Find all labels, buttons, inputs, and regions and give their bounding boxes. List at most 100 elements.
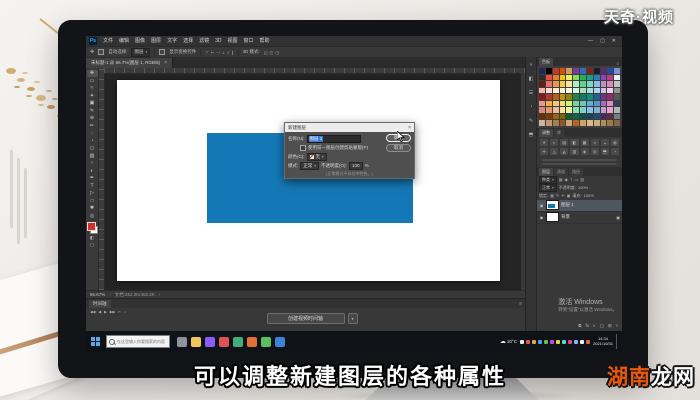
color-swatch[interactable] (560, 81, 566, 87)
color-swatch[interactable] (560, 107, 566, 113)
window-control-button[interactable]: — (588, 36, 593, 46)
align-icon[interactable]: ⊣ (216, 50, 219, 55)
color-swatch[interactable] (546, 107, 552, 113)
color-swatch[interactable] (580, 88, 586, 94)
panel-icon[interactable]: ⬒ (529, 132, 534, 138)
color-swatch[interactable] (573, 94, 579, 100)
color-swatch[interactable] (573, 75, 579, 81)
color-swatch[interactable] (553, 81, 559, 87)
color-swatch[interactable] (539, 94, 545, 100)
lock-icon[interactable]: ✛ (561, 193, 564, 198)
layers-footer-icon[interactable]: ⧉ (578, 323, 581, 329)
tray-icon[interactable] (580, 340, 584, 344)
transport-icon[interactable]: ◀◀ (90, 310, 95, 314)
color-swatch[interactable] (566, 94, 572, 100)
align-icon[interactable]: ≡ (227, 50, 229, 55)
color-swatch[interactable] (594, 107, 600, 113)
notes-app-icon[interactable] (261, 337, 271, 347)
opacity-input[interactable]: 100 (349, 162, 363, 170)
panel-icon[interactable]: ☰ (529, 90, 533, 96)
color-swatch[interactable] (553, 114, 559, 120)
color-swatch[interactable] (607, 81, 613, 87)
layers-footer-icon[interactable]: ⊞ (608, 323, 612, 329)
show-transform-checkbox[interactable] (159, 49, 165, 55)
blend-mode-dropdown[interactable]: 正常 (539, 184, 557, 192)
purple-app-icon[interactable] (205, 337, 215, 347)
adjustment-icon[interactable]: ⬒ (601, 148, 609, 155)
color-swatch[interactable] (614, 94, 620, 100)
transport-icon[interactable]: ▶▶ (110, 310, 115, 314)
color-swatch[interactable] (539, 101, 545, 107)
color-swatch[interactable] (587, 88, 593, 94)
browser-app-icon[interactable] (275, 337, 285, 347)
transport-icon[interactable]: ▶ (104, 310, 107, 314)
color-swatch[interactable] (573, 68, 579, 74)
transport-icon[interactable]: ✂ (118, 310, 121, 314)
color-swatch[interactable] (573, 114, 579, 120)
menu-item[interactable]: 帮助 (260, 36, 270, 46)
lock-icon[interactable]: ✎ (556, 193, 559, 198)
color-swatch[interactable] (553, 75, 559, 81)
tab-paths[interactable]: 路径 (569, 168, 583, 176)
adjustment-icon[interactable]: ▦ (581, 139, 589, 146)
color-swatch[interactable] (566, 68, 572, 74)
color-swatch[interactable] (607, 94, 613, 100)
adjustment-icon[interactable]: ◭ (560, 148, 568, 155)
color-swatch[interactable] (553, 88, 559, 94)
menu-item[interactable]: 文字 (167, 36, 177, 46)
align-icon[interactable]: ⊢ (211, 50, 214, 55)
cancel-button[interactable]: 取消 (386, 144, 411, 152)
color-swatch[interactable] (539, 68, 545, 74)
fill-value[interactable]: 100% (584, 193, 594, 198)
3d-mode-icon[interactable]: ◱ (264, 50, 268, 55)
color-swatch[interactable] (607, 107, 613, 113)
kind-filter-dropdown[interactable]: 种类 (539, 176, 557, 184)
adjustment-icon[interactable]: △ (550, 148, 558, 155)
tray-icon[interactable] (526, 340, 530, 344)
tray-icon[interactable] (586, 340, 590, 344)
color-swatch[interactable] (560, 114, 566, 120)
color-swatch[interactable] (539, 107, 545, 113)
color-swatch[interactable] (614, 75, 620, 81)
color-swatch[interactable] (553, 107, 559, 113)
adjustment-icon[interactable]: ◔ (611, 148, 619, 155)
window-control-button[interactable]: ✕ (612, 36, 616, 46)
color-swatch[interactable] (587, 114, 593, 120)
color-swatch[interactable] (587, 101, 593, 107)
adjustment-icon[interactable]: ◈ (581, 148, 589, 155)
panel-menu-icon[interactable]: ≡ (616, 61, 620, 66)
tab-channels[interactable]: 通道 (554, 168, 568, 176)
color-swatch[interactable] (546, 81, 552, 87)
color-swatch[interactable] (601, 120, 607, 126)
color-swatch[interactable] (539, 120, 545, 126)
color-swatch[interactable] (580, 75, 586, 81)
tool-icon[interactable]: ◔ (87, 138, 98, 145)
color-swatch[interactable] (601, 107, 607, 113)
color-swatch[interactable] (566, 75, 572, 81)
color-swatch[interactable] (601, 94, 607, 100)
menu-item[interactable]: 滤镜 (199, 36, 209, 46)
task-view-icon[interactable] (177, 337, 187, 347)
music-app-icon[interactable] (219, 337, 229, 347)
color-swatch[interactable] (546, 114, 552, 120)
color-swatch[interactable] (539, 81, 545, 87)
color-swatch[interactable] (614, 120, 620, 126)
color-swatch[interactable] (607, 75, 613, 81)
color-swatch[interactable] (546, 88, 552, 94)
color-swatch[interactable] (587, 68, 593, 74)
file-explorer-icon[interactable] (191, 337, 201, 347)
layers-footer-icon[interactable]: fx (585, 323, 589, 329)
filter-icon[interactable]: T (570, 177, 572, 182)
color-swatch[interactable] (601, 88, 607, 94)
color-swatch[interactable] (601, 81, 607, 87)
tab-layers[interactable]: 图层 (539, 168, 553, 176)
tray-icon[interactable] (574, 340, 578, 344)
tool-icon[interactable]: ▨ (87, 153, 98, 160)
adjustment-icon[interactable]: ☀ (540, 139, 548, 146)
window-control-button[interactable]: ▢ (600, 36, 605, 46)
color-swatch[interactable] (573, 107, 579, 113)
create-video-timeline-button[interactable]: 创建视频时间轴 (267, 313, 345, 324)
tool-icon[interactable]: ▷ (87, 190, 98, 197)
align-icon[interactable]: ⊥ (222, 50, 225, 55)
adjustment-icon[interactable]: ◧ (570, 139, 578, 146)
